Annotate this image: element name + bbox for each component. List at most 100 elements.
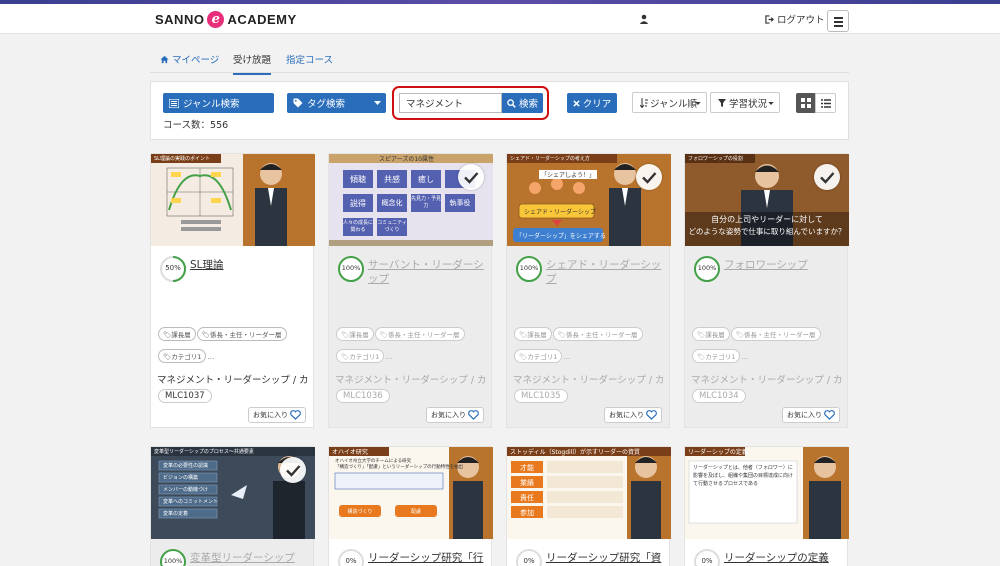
course-title-link[interactable]: シェアド・リーダーシップ <box>546 258 664 286</box>
completed-check-icon <box>636 164 662 190</box>
course-title-link[interactable]: リーダーシップの定義 ～ <box>724 551 842 566</box>
sanno-academy-logo[interactable]: SANNO e ACADEMY <box>155 11 297 28</box>
trait-label: 才能 <box>520 464 534 472</box>
course-title-link[interactable]: 変革型リーダーシップ <box>190 551 308 565</box>
favorite-button[interactable]: お気に入り <box>604 407 662 423</box>
more-tags[interactable]: … <box>741 353 748 361</box>
tag-badge[interactable]: 🏷課長層 <box>336 327 374 341</box>
favorite-button[interactable]: お気に入り <box>248 407 306 423</box>
close-icon <box>573 99 580 107</box>
process-step: 変革の必要性の認識 <box>163 463 209 469</box>
tag-badge[interactable]: 🏷係長・主任・リーダー層 <box>552 327 643 341</box>
search-icon <box>507 98 516 108</box>
list-view-button[interactable] <box>815 93 836 113</box>
grid-view-button[interactable] <box>796 93 816 113</box>
course-thumbnail[interactable]: シェアド・リーダーシップの考え方 「シェアしよう！」 シェアド・リーダーシップ … <box>507 154 671 246</box>
more-tags[interactable]: … <box>207 353 214 361</box>
progress-percent: 100% <box>697 264 717 272</box>
course-card[interactable]: シェアド・リーダーシップの考え方 「シェアしよう！」 シェアド・リーダーシップ … <box>506 153 671 428</box>
favorite-label: お気に入り <box>253 411 288 419</box>
tag-badge[interactable]: 🏷カテゴリ1 <box>336 349 385 363</box>
tag-badge[interactable]: 🏷カテゴリ1 <box>158 349 207 363</box>
thumbnail-header-text: オハイオ研究 <box>332 449 368 456</box>
course-card[interactable]: ストッディル（Stogdill）が示すリーダーの資質 才能 業績 責任 参加 0… <box>506 446 671 566</box>
tag-icon <box>293 98 303 108</box>
course-card[interactable]: SL理論の実践のポイント 50% SL理論 🏷課長層 🏷係長・主任・リーダー層 🏷… <box>150 153 315 428</box>
thumbnail-header-text: SL理論の実践のポイント <box>154 156 210 162</box>
course-code: MLC1034 <box>692 389 746 403</box>
page-tabs: マイページ 受け放題 指定コース <box>150 45 849 75</box>
progress-percent: 0% <box>345 557 357 565</box>
course-title-link[interactable]: サーバント・リーダーシップ <box>368 258 486 286</box>
list-icon <box>169 98 179 108</box>
course-card[interactable]: オハイオ研究 オハイオ州立大学のチームによる研究 「構造づくり」「配慮」というリ… <box>328 446 493 566</box>
course-thumbnail[interactable]: オハイオ研究 オハイオ州立大学のチームによる研究 「構造づくり」「配慮」というリ… <box>329 447 493 539</box>
sort-dropdown[interactable]: ジャンル順 <box>632 92 707 113</box>
hamburger-menu-button[interactable] <box>827 10 849 32</box>
heart-icon <box>290 410 301 420</box>
thumbnail-header-text: リーダーシップの定義 <box>688 449 748 456</box>
user-icon[interactable] <box>639 14 649 24</box>
progress-percent: 0% <box>701 557 713 565</box>
course-code: MLC1036 <box>336 389 390 403</box>
favorite-button[interactable]: お気に入り <box>426 407 484 423</box>
search-input[interactable] <box>399 93 502 113</box>
course-card[interactable]: スピアーズの10属性 傾聴 共感 癒し 説得 概念化 先見力・予見力 執事役 人… <box>328 153 493 428</box>
thumbnail-header-text: 変革型リーダーシップのプロセス～共通要素 <box>154 449 254 455</box>
course-thumbnail[interactable]: 変革型リーダーシップのプロセス～共通要素 変革の必要性の認識 ビジョンの構築 メ… <box>151 447 315 539</box>
tab-mypage[interactable]: マイページ <box>160 52 219 66</box>
process-step: ビジョンの構築 <box>163 475 199 481</box>
tag-badge[interactable]: 🏷係長・主任・リーダー層 <box>196 327 287 341</box>
thumbnail-header-text: ストッディル（Stogdill）が示すリーダーの資質 <box>510 449 641 456</box>
logo-text-right: ACADEMY <box>227 12 297 27</box>
thumbnail-scene <box>685 447 849 539</box>
genre-search-button[interactable]: ジャンル検索 <box>163 93 274 113</box>
course-title-link[interactable]: SL理論 <box>190 258 308 272</box>
more-tags[interactable]: … <box>385 353 392 361</box>
search-button[interactable]: 検索 <box>502 93 543 113</box>
course-title-link[interactable]: リーダーシップ研究「行 <box>368 551 486 565</box>
course-tags: 🏷課長層 🏷係長・主任・リーダー層 🏷カテゴリ1… <box>158 322 308 366</box>
thumbnail-bubble-text: 「シェアしよう！」 <box>539 170 598 179</box>
logout-link[interactable]: ログアウト <box>765 12 825 26</box>
course-card[interactable]: 変革型リーダーシップのプロセス～共通要素 変革の必要性の認識 ビジョンの構築 メ… <box>150 446 315 566</box>
tab-mypage-label: マイページ <box>172 55 220 66</box>
search-button-label: 検索 <box>518 99 538 110</box>
course-thumbnail[interactable]: スピアーズの10属性 傾聴 共感 癒し 説得 概念化 先見力・予見力 執事役 人… <box>329 154 493 246</box>
process-step: 変革の定着 <box>163 511 189 517</box>
favorite-label: お気に入り <box>609 411 644 419</box>
tag-search-dropdown[interactable]: タグ検索 <box>287 93 386 113</box>
course-thumbnail[interactable]: リーダーシップの定義 リーダーシップとは、他者（フォロワー）に影響を及ぼし、組織… <box>685 447 849 539</box>
tag-badge[interactable]: 🏷カテゴリ1 <box>692 349 741 363</box>
logout-label: ログアウト <box>777 15 825 26</box>
tag-badge[interactable]: 🏷カテゴリ1 <box>514 349 563 363</box>
course-thumbnail[interactable]: SL理論の実践のポイント <box>151 154 315 246</box>
attribute-label: 癒し <box>418 175 434 184</box>
tab-unlimited[interactable]: 受け放題 <box>233 52 272 75</box>
tag-badge[interactable]: 🏷係長・主任・リーダー層 <box>730 327 821 341</box>
caret-down-icon <box>768 102 774 105</box>
course-title-link[interactable]: フォロワーシップ <box>724 258 842 272</box>
attribute-label: 人々の成長に関わる <box>343 220 374 233</box>
tag-badge[interactable]: 🏷課長層 <box>158 327 196 341</box>
tag-badge[interactable]: 🏷係長・主任・リーダー層 <box>374 327 465 341</box>
course-category: マネジメント・リーダーシップ / カ… <box>335 375 487 386</box>
learning-status-dropdown[interactable]: 学習状況 <box>710 92 780 113</box>
tab-assigned-courses[interactable]: 指定コース <box>286 52 333 66</box>
course-tags: 🏷課長層 🏷係長・主任・リーダー層 🏷カテゴリ1… <box>514 322 664 366</box>
home-icon <box>160 55 169 63</box>
more-tags[interactable]: … <box>563 353 570 361</box>
tag-search-label: タグ検索 <box>307 99 346 110</box>
course-thumbnail[interactable]: フォロワーシップの役割 自分の上司やリーダーに対して どのような姿勢で仕事に取り… <box>685 154 849 246</box>
course-card[interactable]: リーダーシップの定義 リーダーシップとは、他者（フォロワー）に影響を及ぼし、組織… <box>684 446 849 566</box>
course-card[interactable]: フォロワーシップの役割 自分の上司やリーダーに対して どのような姿勢で仕事に取り… <box>684 153 849 428</box>
course-title-link[interactable]: リーダーシップ研究「資 <box>546 551 664 565</box>
course-tags: 🏷課長層 🏷係長・主任・リーダー層 🏷カテゴリ1… <box>692 322 842 366</box>
tag-badge[interactable]: 🏷課長層 <box>514 327 552 341</box>
caret-down-icon <box>695 102 701 105</box>
course-thumbnail[interactable]: ストッディル（Stogdill）が示すリーダーの資質 才能 業績 責任 参加 <box>507 447 671 539</box>
tag-badge[interactable]: 🏷課長層 <box>692 327 730 341</box>
clear-button[interactable]: クリア <box>567 93 617 113</box>
favorite-label: お気に入り <box>431 411 466 419</box>
favorite-button[interactable]: お気に入り <box>782 407 840 423</box>
